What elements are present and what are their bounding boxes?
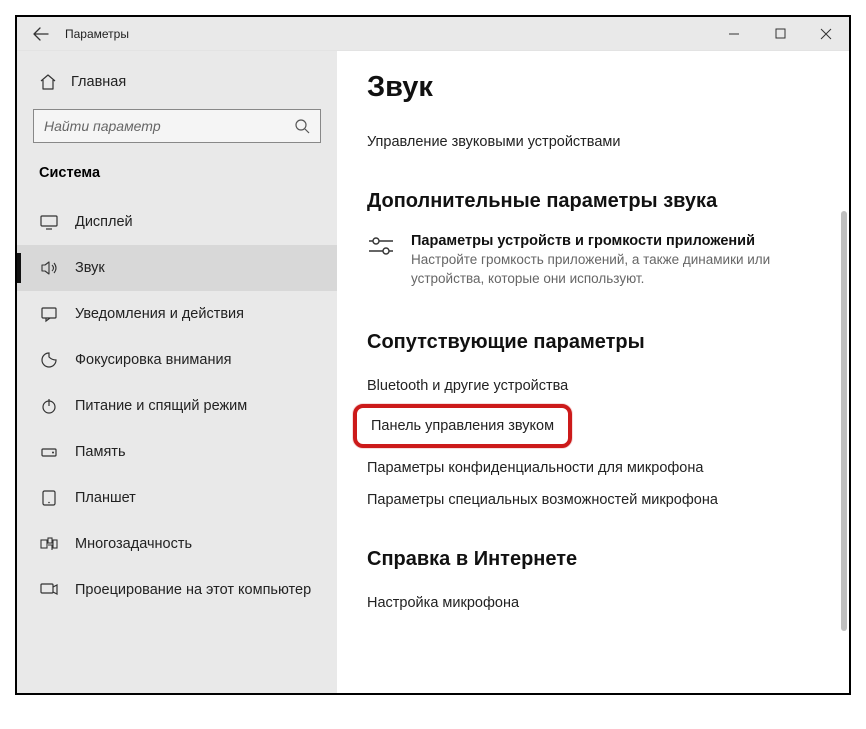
sidebar-item-focus[interactable]: Фокусировка внимания [17, 337, 337, 383]
main-content: Звук Управление звуковыми устройствами Д… [337, 51, 849, 693]
settings-window: Параметры Главная [15, 15, 851, 695]
page-title: Звук [367, 71, 849, 104]
minimize-button[interactable] [711, 17, 757, 50]
app-volume-desc: Настройте громкость приложений, а также … [411, 251, 849, 289]
mic-setup-help-link[interactable]: Настройка микрофона [367, 587, 849, 619]
home-icon [39, 73, 57, 91]
sound-control-panel-link[interactable]: Панель управления звуком [371, 418, 554, 434]
window-controls [711, 17, 849, 50]
sidebar-item-label: Память [75, 444, 126, 460]
sidebar-item-project[interactable]: Проецирование на этот компьютер [17, 567, 337, 613]
sidebar: Главная Система Дисплей [17, 51, 337, 693]
sidebar-home[interactable]: Главная [17, 65, 337, 99]
microphone-privacy-link[interactable]: Параметры конфиденциальности для микрофо… [367, 452, 849, 484]
bluetooth-devices-link[interactable]: Bluetooth и другие устройства [367, 370, 849, 402]
sidebar-item-multitask[interactable]: Многозадачность [17, 521, 337, 567]
window-title: Параметры [65, 27, 711, 41]
display-icon [39, 213, 59, 231]
storage-icon [39, 443, 59, 461]
advanced-sound-heading: Дополнительные параметры звука [367, 190, 849, 213]
help-online-heading: Справка в Интернете [367, 548, 849, 571]
scrollbar[interactable] [835, 51, 849, 693]
sidebar-item-notifications[interactable]: Уведомления и действия [17, 291, 337, 337]
search-container [17, 99, 337, 157]
search-box[interactable] [33, 109, 321, 143]
microphone-accessibility-link[interactable]: Параметры специальных возможностей микро… [367, 484, 849, 516]
notifications-icon [39, 305, 59, 323]
app-volume-devices-link[interactable]: Параметры устройств и громкости приложен… [367, 229, 849, 299]
sidebar-item-label: Планшет [75, 490, 136, 506]
sidebar-item-sound[interactable]: Звук [17, 245, 337, 291]
sidebar-item-tablet[interactable]: Планшет [17, 475, 337, 521]
search-input[interactable] [44, 118, 294, 134]
close-icon [820, 28, 832, 40]
sidebar-item-power[interactable]: Питание и спящий режим [17, 383, 337, 429]
highlighted-annotation: Панель управления звуком [353, 404, 572, 448]
sidebar-item-storage[interactable]: Память [17, 429, 337, 475]
sidebar-item-label: Уведомления и действия [75, 306, 244, 322]
sidebar-item-label: Питание и спящий режим [75, 398, 247, 414]
title-bar: Параметры [17, 17, 849, 51]
sound-icon [39, 259, 59, 277]
maximize-button[interactable] [757, 17, 803, 50]
scrollbar-thumb[interactable] [841, 211, 847, 631]
search-icon [294, 118, 310, 134]
sidebar-item-label: Проецирование на этот компьютер [75, 582, 311, 598]
manage-sound-devices-link[interactable]: Управление звуковыми устройствами [367, 126, 849, 158]
sidebar-item-label: Дисплей [75, 214, 133, 230]
related-settings-heading: Сопутствующие параметры [367, 331, 849, 354]
project-icon [39, 581, 59, 599]
sidebar-item-label: Фокусировка внимания [75, 352, 231, 368]
sidebar-item-label: Многозадачность [75, 536, 192, 552]
back-button[interactable] [17, 17, 65, 50]
sidebar-category: Система [17, 157, 337, 199]
close-button[interactable] [803, 17, 849, 50]
minimize-icon [728, 28, 740, 40]
focus-icon [39, 351, 59, 369]
sidebar-item-display[interactable]: Дисплей [17, 199, 337, 245]
sliders-icon [367, 233, 395, 289]
app-volume-title: Параметры устройств и громкости приложен… [411, 233, 849, 249]
sidebar-home-label: Главная [71, 74, 126, 90]
sidebar-item-label: Звук [75, 260, 105, 276]
power-icon [39, 397, 59, 415]
back-arrow-icon [33, 26, 49, 42]
maximize-icon [775, 28, 786, 39]
tablet-icon [39, 489, 59, 507]
multitask-icon [39, 535, 59, 553]
